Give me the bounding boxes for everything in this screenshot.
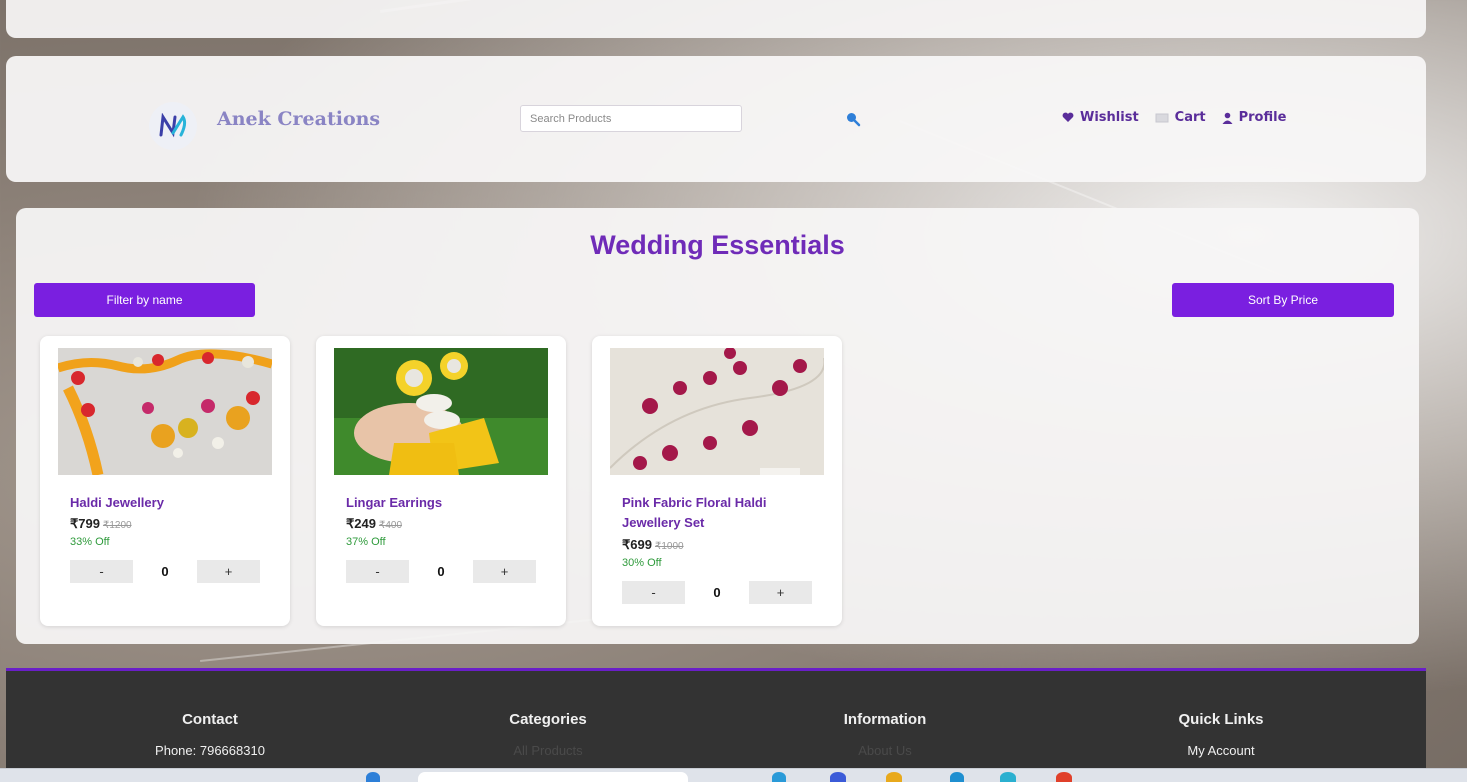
filter-by-name-button[interactable]: Filter by name (34, 283, 255, 317)
increase-qty-button[interactable]: + (197, 560, 260, 583)
discount-label: 30% Off (622, 557, 662, 569)
user-icon (1222, 112, 1233, 124)
product-image[interactable] (610, 348, 824, 475)
app-icon[interactable] (772, 772, 786, 782)
footer-column-title: Contact (182, 711, 238, 728)
footer-phone: Phone: 796668310 (155, 743, 265, 758)
site-footer: Contact Phone: 796668310 Categories All … (6, 668, 1426, 768)
product-card[interactable]: Haldi Jewellery ₹799 ₹1200 33% Off - 0 + (40, 336, 290, 626)
product-name[interactable]: Lingar Earrings (346, 493, 546, 513)
footer-column-title: Quick Links (1178, 711, 1264, 728)
product-mrp: ₹400 (378, 520, 403, 531)
price-row: ₹699 ₹1000 (622, 537, 684, 553)
footer-column-title: Categories (509, 711, 587, 728)
footer-categories-column: Categories All Products (438, 711, 658, 758)
increase-qty-button[interactable]: + (473, 560, 536, 583)
footer-column-title: Information (843, 711, 927, 728)
quantity-value: 0 (437, 564, 445, 579)
product-name[interactable]: Haldi Jewellery (70, 493, 270, 513)
top-bar (6, 0, 1426, 38)
product-price: ₹249 (346, 516, 376, 531)
product-mrp: ₹1200 (102, 520, 132, 531)
product-price: ₹699 (622, 537, 652, 552)
product-section: Wedding Essentials Filter by name Sort B… (16, 208, 1419, 644)
footer-quick-links-column: Quick Links My Account (1111, 711, 1331, 758)
product-card[interactable]: Pink Fabric Floral Haldi Jewellery Set ₹… (592, 336, 842, 626)
profile-label: Profile (1238, 110, 1287, 125)
price-row: ₹799 ₹1200 (70, 516, 132, 532)
page-title: Wedding Essentials (590, 230, 845, 260)
product-card[interactable]: Lingar Earrings ₹249 ₹400 37% Off - 0 + (316, 336, 566, 626)
product-name[interactable]: Pink Fabric Floral Haldi Jewellery Set (622, 493, 822, 533)
footer-link-all-products[interactable]: All Products (438, 743, 658, 758)
edge-icon[interactable] (1000, 772, 1016, 782)
search-input[interactable] (520, 105, 742, 132)
decrease-qty-button[interactable]: - (70, 560, 133, 583)
decrease-qty-button[interactable]: - (622, 581, 685, 604)
sort-by-price-button[interactable]: Sort By Price (1172, 283, 1394, 317)
quantity-value: 0 (161, 564, 169, 579)
site-header: Anek Creations Wishlist Cart Profile (6, 56, 1426, 182)
cart-icon (1155, 113, 1169, 123)
windows-start-icon[interactable] (366, 772, 380, 782)
os-taskbar (0, 768, 1467, 782)
wishlist-link[interactable]: Wishlist (1062, 110, 1139, 125)
brand-name[interactable]: Anek Creations (217, 108, 380, 130)
price-row: ₹249 ₹400 (346, 516, 402, 532)
search-icon (847, 113, 861, 127)
quantity-stepper: - 0 + (622, 581, 812, 604)
heart-icon (1062, 112, 1074, 122)
quantity-value: 0 (713, 585, 721, 600)
cart-label: Cart (1174, 110, 1206, 125)
footer-link-my-account[interactable]: My Account (1111, 743, 1331, 758)
app-icon[interactable] (830, 772, 846, 782)
wishlist-label: Wishlist (1080, 110, 1139, 125)
product-price: ₹799 (70, 516, 100, 531)
quantity-stepper: - 0 + (346, 560, 536, 583)
product-image[interactable] (334, 348, 548, 475)
header-nav: Wishlist Cart Profile (1062, 110, 1286, 125)
quantity-stepper: - 0 + (70, 560, 260, 583)
product-image[interactable] (58, 348, 272, 475)
increase-qty-button[interactable]: + (749, 581, 812, 604)
footer-contact-column: Contact Phone: 796668310 (100, 711, 320, 758)
chrome-icon[interactable] (1056, 772, 1072, 782)
logo-icon[interactable] (149, 102, 197, 150)
taskbar-search-box[interactable] (418, 772, 688, 782)
footer-information-column: Information About Us (775, 711, 995, 758)
search-button[interactable] (842, 108, 864, 130)
product-mrp: ₹1000 (654, 541, 684, 552)
decrease-qty-button[interactable]: - (346, 560, 409, 583)
discount-label: 37% Off (346, 536, 386, 548)
cart-link[interactable]: Cart (1155, 110, 1206, 125)
profile-link[interactable]: Profile (1222, 110, 1287, 125)
folder-icon[interactable] (886, 772, 902, 782)
discount-label: 33% Off (70, 536, 110, 548)
app-icon[interactable] (950, 772, 964, 782)
footer-link-about-us[interactable]: About Us (775, 743, 995, 758)
